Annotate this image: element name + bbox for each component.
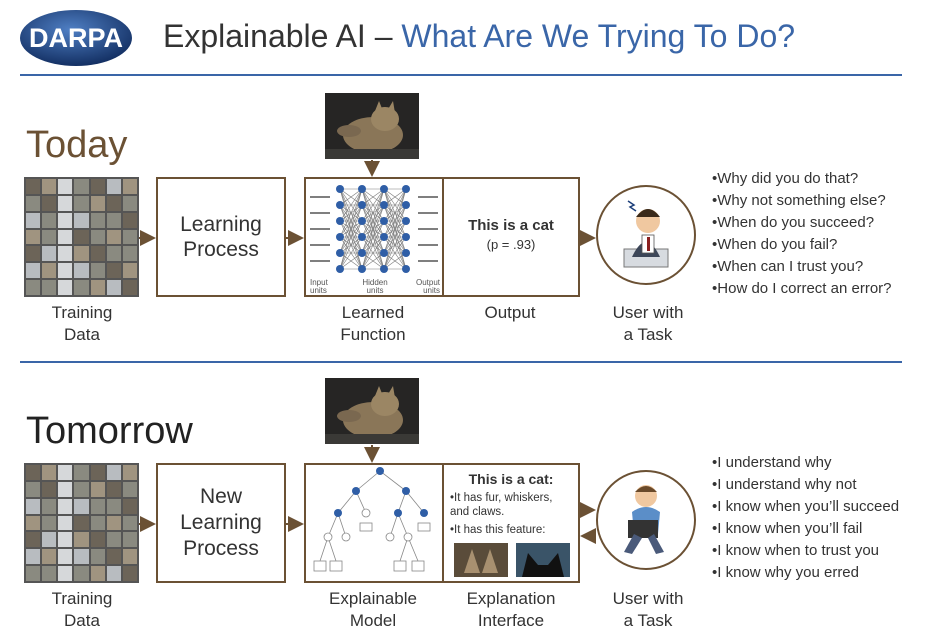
happy-user-icon: [624, 485, 664, 554]
question-item: When do you fail?: [712, 234, 892, 256]
caption-line: Interface: [477, 611, 545, 630]
answer-item: I know when you’ll succeed: [712, 496, 899, 518]
tomorrow-training-data-image: [24, 463, 139, 583]
feature-image-cat-face: [454, 543, 508, 577]
caption-line: Explanation: [466, 589, 556, 608]
explanation-bullet-1: •It has fur, whiskers, and claws.: [450, 492, 553, 518]
caption-line: a Task: [623, 611, 673, 630]
question-item: When do you succeed?: [712, 212, 892, 234]
today-questions-list: Why did you do that? Why not something e…: [712, 168, 892, 300]
bullet-text: It has this feature:: [454, 524, 546, 536]
caption-line: User with: [612, 589, 684, 608]
question-item: Why not something else?: [712, 190, 892, 212]
tomorrow-answers-list: I understand why I understand why not I …: [712, 452, 899, 584]
answer-item: I understand why not: [712, 474, 899, 496]
box-line: Learning: [180, 511, 262, 534]
tomorrow-model-caption: Explainable Model: [318, 588, 428, 632]
answer-item: I know why you erred: [712, 562, 899, 584]
tomorrow-explainable-model-box: [304, 463, 444, 583]
tomorrow-cat-photo: [325, 378, 419, 444]
section-divider: [20, 361, 902, 363]
bullet-text: It has fur, whiskers, and claws.: [450, 492, 553, 518]
feature-image-cat-ears: [516, 543, 570, 577]
explanation-title: This is a cat:: [468, 471, 554, 487]
question-item: Why did you do that?: [712, 168, 892, 190]
answer-item: I understand why: [712, 452, 899, 474]
tomorrow-explanation-interface-box: This is a cat: •It has fur, whiskers, an…: [442, 463, 580, 583]
caption-line: Data: [64, 611, 100, 630]
tomorrow-interface-caption: Explanation Interface: [446, 588, 576, 632]
explanation-bullet-2: •It has this feature:: [450, 524, 546, 536]
question-item: When can I trust you?: [712, 256, 892, 278]
answer-item: I know when you’ll fail: [712, 518, 899, 540]
tomorrow-learning-process-box: New Learning Process: [156, 463, 286, 583]
tomorrow-user-caption: User with a Task: [596, 588, 700, 632]
question-item: How do I correct an error?: [712, 278, 891, 300]
caption-line: Training: [51, 589, 113, 608]
caption-line: Model: [349, 611, 397, 630]
tomorrow-training-caption: Training Data: [30, 588, 134, 632]
decision-tree-icon: [313, 467, 431, 572]
box-line: New: [199, 485, 242, 508]
caption-line: Explainable: [329, 589, 417, 608]
box-line: Process: [183, 537, 259, 560]
answer-item: I know when to trust you: [712, 540, 899, 562]
tomorrow-user-circle: [596, 470, 696, 570]
tomorrow-heading: Tomorrow: [26, 410, 193, 452]
